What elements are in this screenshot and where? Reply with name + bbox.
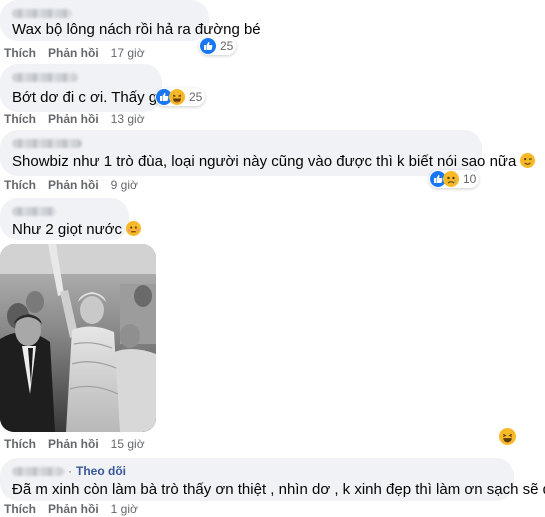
reaction-summary[interactable]: 25 bbox=[199, 37, 237, 55]
commenter-name[interactable] bbox=[12, 466, 64, 476]
comment-actions: Thích Phản hồi 9 giờ bbox=[4, 177, 138, 193]
photo-image bbox=[0, 244, 156, 432]
comment-actions: Thích Phản hồi 1 giờ bbox=[4, 501, 138, 517]
commenter-name[interactable] bbox=[12, 70, 150, 84]
commenter-name[interactable] bbox=[12, 204, 117, 218]
comment-text-body: Như 2 giọt nước bbox=[12, 221, 122, 238]
like-button[interactable]: Thích bbox=[4, 177, 36, 193]
haha-reaction-icon bbox=[169, 89, 185, 105]
like-button[interactable]: Thích bbox=[4, 111, 36, 127]
comment-actions: Thích Phản hồi 17 giờ bbox=[4, 45, 145, 61]
timestamp[interactable]: 1 giờ bbox=[111, 501, 138, 517]
comment-bubble: Bớt dơ đi c ơi. Thấy gớm bbox=[0, 64, 180, 112]
comment-text: Bớt dơ đi c ơi. Thấy gớm bbox=[12, 89, 180, 106]
comment-bubble: Như 2 giọt nước bbox=[0, 198, 142, 240]
comment-actions: Thích Phản hồi 15 giờ bbox=[4, 436, 145, 452]
comment-text: Wax bộ lông nách rồi hả ra đường bé bbox=[12, 21, 261, 38]
comment-text: Showbiz như 1 trò đùa, loại người này cũ… bbox=[12, 152, 536, 171]
timestamp[interactable]: 9 giờ bbox=[111, 177, 138, 193]
reply-button[interactable]: Phản hồi bbox=[48, 45, 99, 61]
comment-actions: Thích Phản hồi 13 giờ bbox=[4, 111, 145, 127]
embarrassed-emoji bbox=[126, 221, 142, 236]
like-reaction-icon bbox=[200, 38, 216, 54]
comment-bubble: · Theo dõi Đã m xinh còn làm bà trò thấy… bbox=[0, 458, 545, 501]
comment-bubble: Showbiz như 1 trò đùa, loại người này cũ… bbox=[0, 130, 536, 176]
reply-button[interactable]: Phản hồi bbox=[48, 436, 99, 452]
reply-button[interactable]: Phản hồi bbox=[48, 111, 99, 127]
wink-emoji bbox=[520, 153, 536, 168]
like-button[interactable]: Thích bbox=[4, 501, 36, 517]
separator-dot: · bbox=[68, 464, 72, 478]
haha-reaction-icon[interactable] bbox=[499, 428, 516, 445]
comment-bubble: Wax bộ lông nách rồi hả ra đường bé bbox=[0, 0, 261, 41]
commenter-header: · Theo dõi bbox=[12, 464, 502, 478]
reply-button[interactable]: Phản hồi bbox=[48, 177, 99, 193]
commenter-name[interactable] bbox=[12, 6, 197, 20]
comment-text-body: Showbiz như 1 trò đùa, loại người này cũ… bbox=[12, 153, 517, 170]
commenter-name[interactable] bbox=[12, 136, 470, 150]
comment-photo[interactable] bbox=[0, 244, 156, 432]
comment-text: Đã m xinh còn làm bà trò thấy ơn thiệt ,… bbox=[12, 481, 545, 498]
reaction-count: 25 bbox=[220, 39, 234, 53]
like-button[interactable]: Thích bbox=[4, 45, 36, 61]
reaction-summary[interactable]: 25 bbox=[155, 88, 206, 106]
timestamp[interactable]: 17 giờ bbox=[111, 45, 145, 61]
follow-button[interactable]: Theo dõi bbox=[76, 464, 126, 478]
reply-button[interactable]: Phản hồi bbox=[48, 501, 99, 517]
reaction-count: 25 bbox=[189, 90, 203, 104]
reaction-count: 10 bbox=[463, 172, 477, 186]
sad-reaction-icon bbox=[443, 171, 459, 187]
timestamp[interactable]: 15 giờ bbox=[111, 436, 145, 452]
reaction-summary[interactable]: 10 bbox=[429, 170, 480, 188]
comment-text: Như 2 giọt nước bbox=[12, 220, 142, 239]
like-button[interactable]: Thích bbox=[4, 436, 36, 452]
timestamp[interactable]: 13 giờ bbox=[111, 111, 145, 127]
